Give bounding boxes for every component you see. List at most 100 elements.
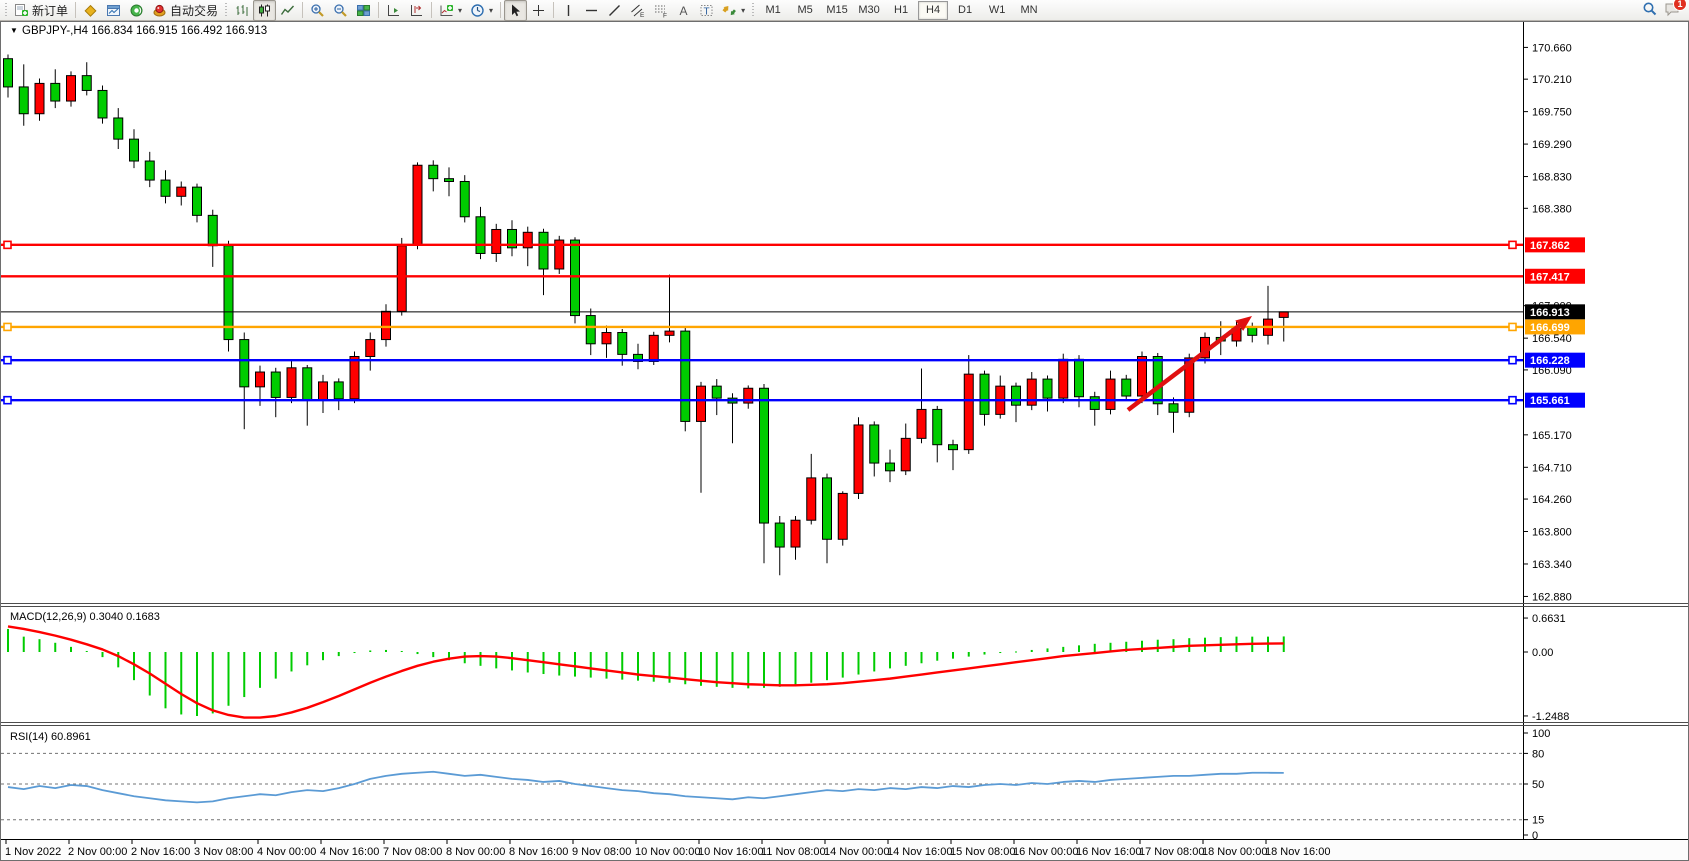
chart-shift-button[interactable] bbox=[405, 0, 428, 21]
bearish-candle bbox=[460, 181, 469, 216]
bearish-candle bbox=[933, 409, 942, 444]
timeframe-button-mn[interactable]: MN bbox=[1014, 1, 1044, 20]
bearish-candle bbox=[98, 90, 107, 118]
bar-chart-mode-button[interactable] bbox=[230, 0, 253, 21]
macd-histogram-bar bbox=[1062, 647, 1064, 652]
svg-text:▼: ▼ bbox=[10, 26, 18, 35]
time-axis-label: 17 Nov 08:00 bbox=[1139, 846, 1204, 858]
macd-histogram-bar bbox=[763, 652, 765, 688]
trendline-tool-button[interactable] bbox=[603, 0, 626, 21]
price-axis-badge: 167.862 bbox=[1525, 237, 1585, 252]
charts-window-button[interactable] bbox=[102, 0, 125, 21]
macd-histogram-bar bbox=[86, 651, 88, 652]
line-handle[interactable] bbox=[1509, 323, 1516, 330]
svg-text:163.800: 163.800 bbox=[1532, 527, 1572, 539]
bearish-candle bbox=[571, 240, 580, 316]
bullish-candle bbox=[838, 493, 847, 539]
macd-histogram-bar bbox=[1047, 648, 1049, 652]
search-icon[interactable] bbox=[1642, 1, 1658, 20]
fibonacci-icon: F bbox=[653, 3, 668, 18]
time-axis-label: 8 Nov 00:00 bbox=[446, 846, 505, 858]
line-handle[interactable] bbox=[1509, 397, 1516, 404]
bearish-candle bbox=[949, 445, 958, 450]
line-chart-mode-button[interactable] bbox=[276, 0, 299, 21]
separator bbox=[378, 2, 379, 18]
news-button[interactable] bbox=[125, 0, 148, 21]
macd-histogram-bar bbox=[858, 652, 860, 675]
time-axis-label: 10 Nov 16:00 bbox=[698, 846, 763, 858]
line-handle[interactable] bbox=[1509, 241, 1516, 248]
timeframe-button-d1[interactable]: D1 bbox=[950, 1, 980, 20]
timeframe-button-h4[interactable]: H4 bbox=[918, 1, 948, 20]
bearish-candle bbox=[1090, 397, 1099, 410]
time-axis[interactable]: 1 Nov 20222 Nov 00:002 Nov 16:003 Nov 08… bbox=[1, 840, 1688, 861]
svg-text:162.880: 162.880 bbox=[1532, 591, 1572, 603]
crosshair-icon bbox=[531, 3, 546, 18]
macd-histogram-bar bbox=[322, 652, 324, 660]
timeframe-button-m30[interactable]: M30 bbox=[854, 1, 884, 20]
vertical-line-tool-button[interactable] bbox=[557, 0, 580, 21]
macd-histogram-bar bbox=[259, 652, 261, 688]
time-axis-label: 14 Nov 16:00 bbox=[887, 846, 952, 858]
bearish-candle bbox=[1012, 386, 1021, 405]
macd-histogram-bar bbox=[70, 647, 72, 652]
indicators-button[interactable]: ▾ bbox=[435, 0, 466, 21]
arrows-tool-button[interactable]: ▾ bbox=[718, 0, 749, 21]
separator bbox=[553, 2, 554, 18]
bullish-candle bbox=[917, 409, 926, 438]
line-handle[interactable] bbox=[1509, 357, 1516, 364]
macd-histogram-bar bbox=[338, 652, 340, 656]
label-tool-button[interactable]: T bbox=[695, 0, 718, 21]
fibonacci-tool-button[interactable]: F bbox=[649, 0, 672, 21]
timeframe-button-m1[interactable]: M1 bbox=[758, 1, 788, 20]
timeframe-button-m5[interactable]: M5 bbox=[790, 1, 820, 20]
macd-histogram-bar bbox=[795, 652, 797, 685]
svg-text:100: 100 bbox=[1532, 728, 1550, 740]
line-handle[interactable] bbox=[4, 357, 11, 364]
symbols-button[interactable] bbox=[79, 0, 102, 21]
auto-scroll-button[interactable] bbox=[382, 0, 405, 21]
text-tool-button[interactable]: A bbox=[672, 0, 695, 21]
main-toolbar: 新订单 自动交易 bbox=[0, 0, 1689, 21]
timeframe-button-w1[interactable]: W1 bbox=[982, 1, 1012, 20]
tile-windows-button[interactable] bbox=[352, 0, 375, 21]
timeframe-button-m15[interactable]: M15 bbox=[822, 1, 852, 20]
channel-tool-button[interactable]: E bbox=[626, 0, 649, 21]
macd-histogram-bar bbox=[826, 652, 828, 680]
time-axis-label: 14 Nov 00:00 bbox=[824, 846, 889, 858]
time-axis-label: 16 Nov 00:00 bbox=[1013, 846, 1078, 858]
time-axis-label: 2 Nov 00:00 bbox=[68, 846, 127, 858]
svg-text:80: 80 bbox=[1532, 748, 1544, 760]
bullish-candle bbox=[366, 340, 375, 357]
horizontal-line-tool-button[interactable] bbox=[580, 0, 603, 21]
chart-window[interactable]: ▼GBPJPY-,H4 166.834 166.915 166.492 166.… bbox=[0, 0, 1689, 861]
periods-button[interactable]: ▾ bbox=[466, 0, 497, 21]
svg-text:0.6631: 0.6631 bbox=[1532, 613, 1566, 625]
notifications-button[interactable]: 1 bbox=[1664, 1, 1681, 20]
autotrading-button[interactable]: 自动交易 bbox=[148, 0, 222, 21]
bullish-candle bbox=[492, 229, 501, 253]
zoom-out-button[interactable] bbox=[329, 0, 352, 21]
line-handle[interactable] bbox=[4, 323, 11, 330]
macd-histogram-bar bbox=[385, 650, 387, 652]
timeframe-button-h1[interactable]: H1 bbox=[886, 1, 916, 20]
bullish-candle bbox=[177, 187, 186, 196]
macd-histogram-bar bbox=[889, 652, 891, 668]
crosshair-tool-button[interactable] bbox=[527, 0, 550, 21]
cursor-tool-button[interactable] bbox=[504, 0, 527, 21]
bearish-candle bbox=[1169, 404, 1178, 412]
macd-histogram-bar bbox=[952, 652, 954, 659]
bearish-candle bbox=[1075, 359, 1084, 396]
price-axis-badge: 167.417 bbox=[1525, 269, 1585, 284]
zoom-in-button[interactable] bbox=[306, 0, 329, 21]
new-order-label: 新订单 bbox=[32, 2, 68, 19]
svg-text:170.210: 170.210 bbox=[1532, 74, 1572, 86]
line-handle[interactable] bbox=[4, 241, 11, 248]
symbols-cube-icon bbox=[83, 3, 98, 18]
candlestick-mode-button[interactable] bbox=[253, 0, 276, 21]
macd-histogram-bar bbox=[480, 652, 482, 666]
price-axis-badge: 166.228 bbox=[1525, 353, 1585, 368]
new-order-button[interactable]: 新订单 bbox=[10, 0, 72, 21]
time-axis-label: 11 Nov 08:00 bbox=[761, 846, 826, 858]
line-handle[interactable] bbox=[4, 397, 11, 404]
